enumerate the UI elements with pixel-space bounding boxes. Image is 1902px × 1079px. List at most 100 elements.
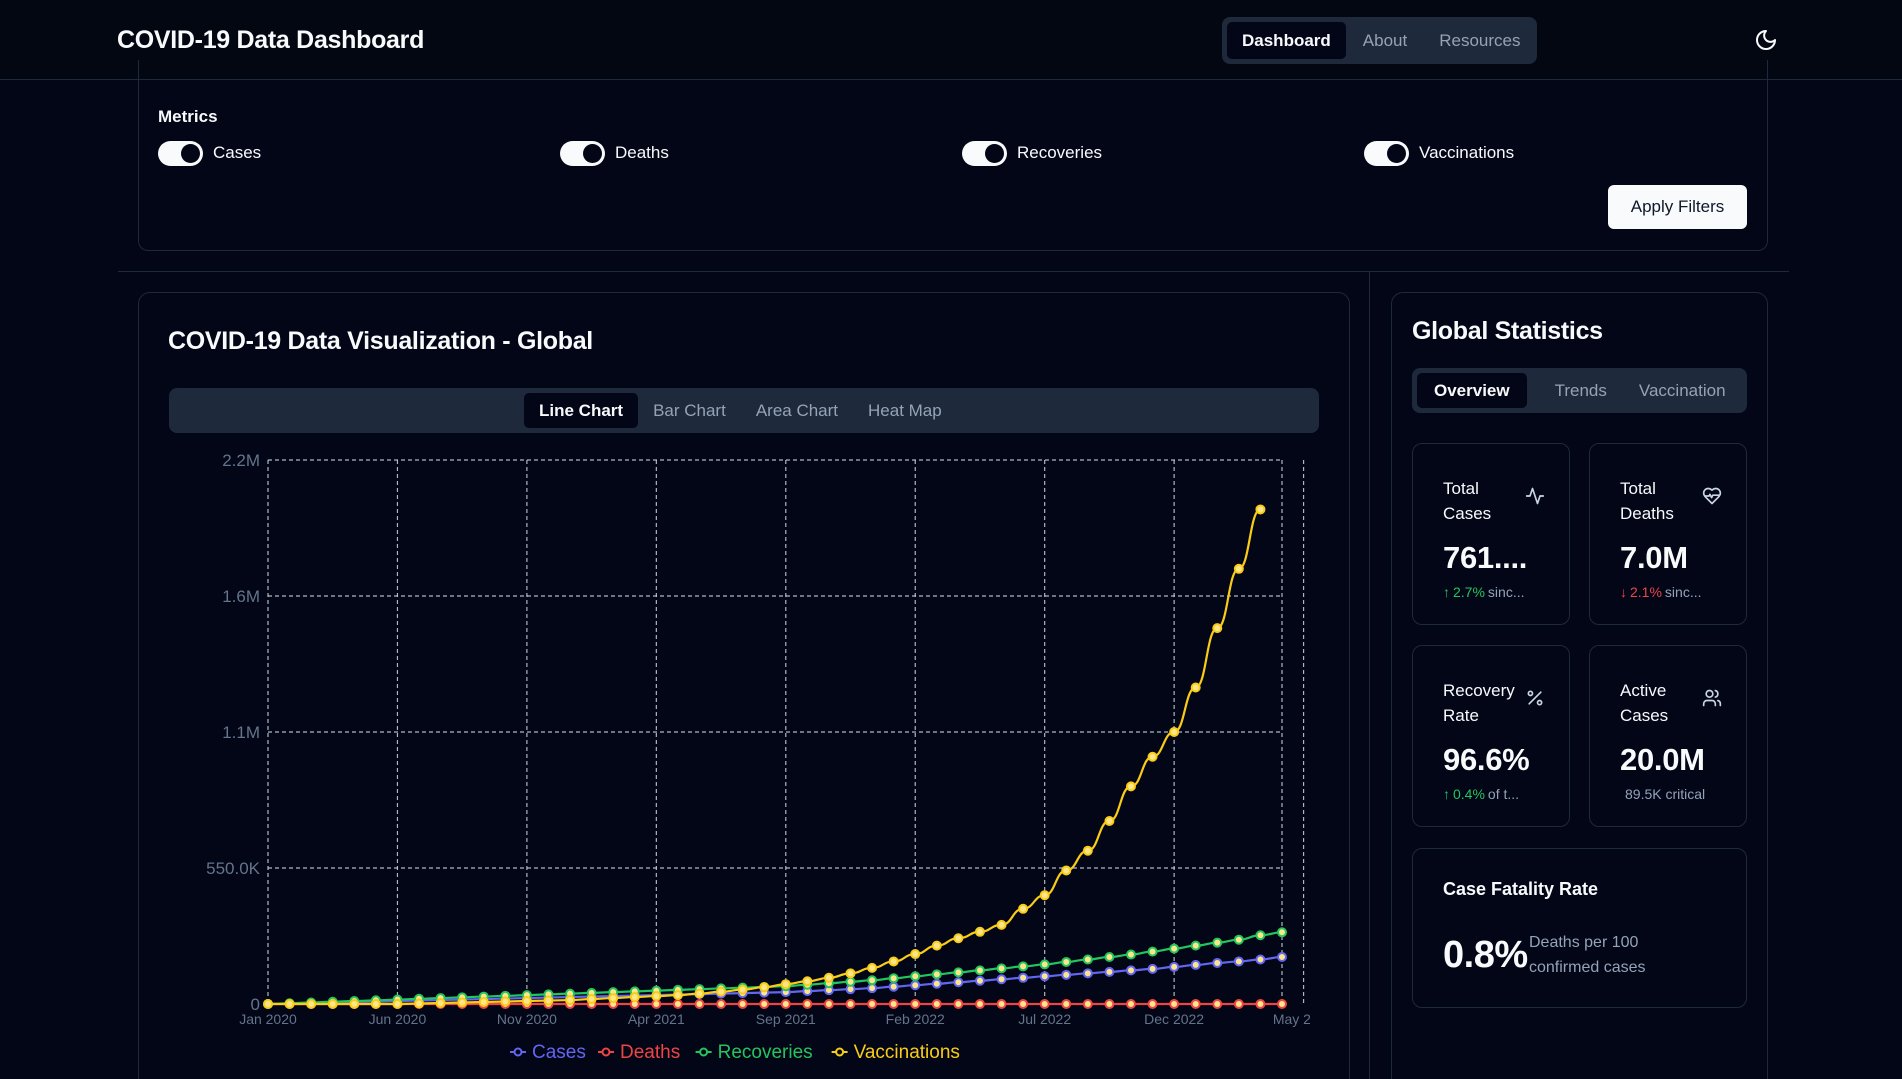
data-point-deaths [1190, 999, 1201, 1009]
nav-resources[interactable]: Resources [1424, 22, 1535, 59]
y-tick-label: 1.6M [222, 587, 260, 606]
recoveries-switch[interactable] [962, 140, 1007, 166]
data-point-cases [1147, 963, 1158, 974]
data-point-deaths [867, 999, 878, 1009]
x-tick-label: Apr 2021 [628, 1011, 685, 1027]
tab-area-chart[interactable]: Area Chart [741, 393, 853, 428]
nav-about[interactable]: About [1348, 22, 1422, 59]
percent-icon [1527, 690, 1543, 706]
data-point-vaccinations [910, 949, 921, 960]
cases-switch[interactable] [158, 140, 203, 166]
theme-toggle-button[interactable] [1752, 26, 1780, 54]
legend-swatch-dot [601, 1047, 611, 1057]
section-divider [118, 271, 1789, 272]
data-point-vaccinations [759, 982, 770, 993]
tab-bar-chart[interactable]: Bar Chart [638, 393, 741, 428]
data-point-vaccinations [435, 998, 446, 1009]
stat-note: 89.5K critical [1625, 786, 1706, 802]
apply-filters-button[interactable]: Apply Filters [1608, 185, 1747, 229]
legend-label: Cases [532, 1042, 586, 1063]
data-point-deaths [1018, 999, 1029, 1009]
data-point-cases [1125, 965, 1136, 976]
stat-label: Recovery Rate [1443, 681, 1515, 725]
metric-label: Recoveries [1017, 143, 1103, 162]
data-point-vaccinations [1039, 890, 1050, 901]
data-point-recoveries [867, 975, 878, 986]
deaths-switch[interactable] [560, 140, 605, 166]
change-percent: 2.7% [1453, 584, 1485, 600]
stat-label: Total Cases [1443, 479, 1492, 523]
data-point-vaccinations [845, 968, 856, 979]
data-point-cases [1082, 968, 1093, 979]
tab-trends[interactable]: Trends [1539, 373, 1623, 408]
data-point-deaths [780, 999, 791, 1009]
data-point-deaths [737, 999, 748, 1009]
stats-title: Global Statistics [1412, 317, 1603, 345]
tab-line-chart[interactable]: Line Chart [524, 393, 639, 428]
data-point-cases [1255, 954, 1266, 965]
data-point-recoveries [1125, 949, 1136, 960]
data-point-deaths [845, 999, 856, 1009]
data-point-deaths [1277, 999, 1287, 1009]
brand-title[interactable]: COVID-19 Data Dashboard [117, 26, 424, 55]
x-tick-label: Nov 2020 [497, 1011, 557, 1027]
data-point-vaccinations [694, 988, 705, 999]
stat-card-active-cases[interactable]: Active Cases 20.0M 89.5K critical [1589, 645, 1747, 827]
stat-change: ↑ 2.7% sinc... [1443, 584, 1525, 600]
data-point-vaccinations [974, 926, 985, 937]
data-point-cases [1104, 966, 1115, 977]
data-point-vaccinations [1212, 623, 1223, 634]
data-point-recoveries [1082, 954, 1093, 965]
chart-tab-row: Line Chart Bar Chart Area Chart Heat Map [524, 393, 957, 428]
data-point-vaccinations [672, 990, 683, 1001]
data-point-vaccinations [1169, 727, 1180, 737]
data-point-cases [910, 980, 921, 991]
data-point-recoveries [974, 965, 985, 976]
x-tick-label: Jul 2022 [1018, 1011, 1071, 1027]
data-point-cases [1190, 959, 1201, 970]
data-point-vaccinations [716, 986, 727, 997]
data-point-recoveries [996, 963, 1007, 974]
tab-overview[interactable]: Overview [1417, 373, 1527, 408]
metric-toggle-vaccinations[interactable]: Vaccinations [1364, 140, 1514, 166]
line-chart: 0550.0K1.1M1.6M2.2MJan 2020 Jun 2020 Nov 2… [206, 451, 1310, 1063]
stat-change: ↓ 2.1% sinc... [1620, 584, 1702, 600]
vaccinations-switch[interactable] [1364, 140, 1409, 166]
tab-vaccination[interactable]: Vaccination [1623, 373, 1742, 408]
nav-dashboard[interactable]: Dashboard [1227, 22, 1346, 59]
main-nav: Dashboard About Resources [1222, 17, 1537, 64]
metric-toggle-recoveries[interactable]: Recoveries [962, 140, 1102, 166]
data-point-recoveries [1169, 943, 1180, 954]
stat-card-total-cases[interactable]: Total Cases 761.... ↑ 2.7% sinc... [1412, 443, 1570, 625]
data-point-recoveries [888, 973, 899, 984]
data-point-deaths [1212, 999, 1223, 1009]
stat-value: 761.... [1443, 540, 1528, 575]
data-point-deaths [1082, 999, 1093, 1009]
data-point-recoveries [1039, 959, 1050, 970]
data-point-vaccinations [1104, 816, 1115, 827]
data-point-deaths [1104, 999, 1115, 1009]
metric-toggle-deaths[interactable]: Deaths [560, 140, 669, 166]
data-point-deaths [888, 999, 899, 1009]
x-tick-label: Jun 2020 [369, 1011, 427, 1027]
x-tick-label: Dec 2022 [1144, 1011, 1204, 1027]
moon-icon [1756, 30, 1776, 50]
data-point-vaccinations [543, 995, 554, 1006]
stat-card-recovery-rate[interactable]: Recovery Rate 96.6% ↑ 0.4% of t... [1412, 645, 1570, 827]
stat-card-total-deaths[interactable]: Total Deaths 7.0M ↓ 2.1% sinc... [1589, 443, 1747, 625]
x-tick-label: May 2023 [1273, 1011, 1310, 1027]
data-point-cases [1277, 952, 1287, 963]
metric-toggle-cases[interactable]: Cases [158, 140, 261, 166]
data-point-vaccinations [414, 998, 425, 1009]
stat-value: 20.0M [1620, 742, 1705, 777]
data-point-deaths [651, 999, 662, 1009]
data-point-cases [888, 981, 899, 992]
legend-swatch-dot [513, 1047, 523, 1057]
data-point-vaccinations [284, 999, 295, 1009]
data-point-deaths [910, 999, 921, 1009]
change-note: sinc... [1664, 584, 1702, 600]
x-tick-label: Jan 2020 [239, 1011, 297, 1027]
data-point-deaths [974, 999, 985, 1009]
data-point-cases [867, 983, 878, 994]
tab-heat-map[interactable]: Heat Map [853, 393, 957, 428]
